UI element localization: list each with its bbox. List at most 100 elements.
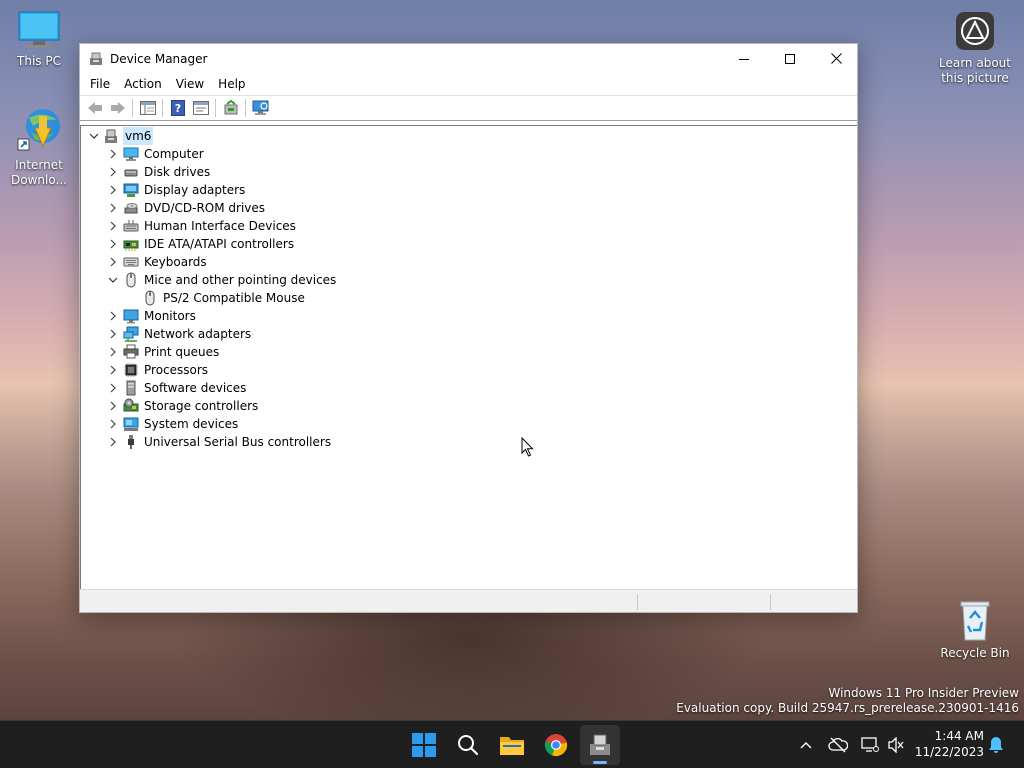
status-bar — [80, 589, 857, 612]
menu-view[interactable]: View — [169, 73, 211, 95]
menu-action[interactable]: Action — [117, 73, 169, 95]
expand-chevron-icon[interactable] — [107, 163, 119, 181]
expand-chevron-icon[interactable] — [107, 415, 119, 433]
dvd-drive-icon — [124, 203, 138, 214]
menu-file[interactable]: File — [83, 73, 117, 95]
desktop-icon-internet-download-manager[interactable]: Internet Downlo... — [0, 106, 78, 188]
desktop-icon-recycle-bin[interactable]: Recycle Bin — [936, 596, 1014, 661]
tree-item-keyboards[interactable]: Keyboards — [81, 253, 857, 271]
tree-item-ide-ata-atapi-controllers[interactable]: IDE ATA/ATAPI controllers — [81, 235, 857, 253]
tree-item-storage-controllers[interactable]: Storage controllers — [81, 397, 857, 415]
tree-item-label: Network adapters — [144, 327, 252, 341]
expand-chevron-icon[interactable] — [107, 361, 119, 379]
search-icon — [458, 735, 479, 756]
expand-chevron-icon[interactable] — [107, 343, 119, 361]
close-button[interactable] — [813, 44, 859, 73]
desktop-icon-label: Internet Downlo... — [11, 158, 67, 187]
tree-item-processors[interactable]: Processors — [81, 361, 857, 379]
update-driver-icon — [224, 100, 237, 115]
expand-chevron-icon[interactable] — [107, 307, 119, 325]
forward-arrow-icon — [110, 102, 125, 114]
mouse-icon — [145, 290, 155, 306]
tree-item-disk-drives[interactable]: Disk drives — [81, 163, 857, 181]
minimize-button[interactable] — [721, 44, 767, 73]
start-button[interactable] — [404, 725, 444, 765]
tree-item-label: Computer — [144, 147, 204, 161]
expand-chevron-icon[interactable] — [107, 397, 119, 415]
notification-bell-icon — [989, 737, 1003, 753]
help-button[interactable]: ? — [166, 97, 189, 119]
expand-chevron-icon[interactable] — [107, 379, 119, 397]
tree-item-software-devices[interactable]: Software devices — [81, 379, 857, 397]
desktop-icon-label: Learn about this picture — [939, 56, 1011, 85]
file-explorer-button[interactable] — [492, 725, 532, 765]
maximize-icon — [785, 53, 795, 64]
expand-chevron-icon[interactable] — [107, 217, 119, 235]
speaker-muted-icon — [888, 737, 904, 753]
tree-item-system-devices[interactable]: System devices — [81, 415, 857, 433]
tree-item-label: Monitors — [144, 309, 196, 323]
scan-hardware-icon — [252, 100, 268, 115]
clock-time: 1:44 AM — [934, 729, 984, 743]
expand-chevron-icon[interactable] — [107, 433, 119, 451]
device-tree[interactable]: vm6 Computer Disk drives Display adapter… — [80, 125, 857, 589]
status-bar-separator — [770, 594, 771, 610]
properties-button[interactable] — [189, 97, 212, 119]
tree-item-network-adapters[interactable]: Network adapters — [81, 325, 857, 343]
collapse-chevron-icon[interactable] — [107, 271, 119, 289]
device-manager-app-icon — [90, 52, 102, 65]
network-status-button[interactable] — [860, 735, 880, 755]
title-bar[interactable]: Device Manager — [80, 44, 857, 73]
properties-icon — [192, 101, 209, 115]
tree-item-display-adapters[interactable]: Display adapters — [81, 181, 857, 199]
internet-download-manager-icon — [17, 109, 60, 151]
tree-item-label: Universal Serial Bus controllers — [144, 435, 332, 449]
status-bar-separator — [637, 594, 638, 610]
expand-chevron-icon[interactable] — [107, 253, 119, 271]
expand-chevron-icon[interactable] — [107, 325, 119, 343]
toolbar-separator — [245, 99, 246, 117]
back-arrow-icon — [87, 102, 102, 114]
tree-item-label: Keyboards — [144, 255, 207, 269]
device-manager-taskbar-button[interactable] — [580, 725, 620, 765]
menu-bar: File Action View Help — [80, 73, 857, 95]
expand-chevron-icon[interactable] — [107, 145, 119, 163]
watermark-line-edition: Windows 11 Pro Insider Preview — [828, 686, 1019, 700]
menu-help[interactable]: Help — [211, 73, 252, 95]
tree-item-ps2-compatible-mouse[interactable]: PS/2 Compatible Mouse — [81, 289, 857, 307]
expand-chevron-icon[interactable] — [107, 199, 119, 217]
toolbar: ? — [80, 95, 857, 121]
chevron-up-icon — [800, 742, 812, 749]
notifications-button[interactable] — [986, 735, 1006, 755]
tree-item-mice-and-other-pointing-devices[interactable]: Mice and other pointing devices — [81, 271, 857, 289]
system-clock[interactable]: 1:44 AM 11/22/2023 — [912, 728, 984, 760]
desktop-icon-learn-about-picture[interactable]: Learn about this picture — [936, 10, 1014, 86]
tree-item-human-interface-devices[interactable]: Human Interface Devices — [81, 217, 857, 235]
windows-evaluation-watermark: Windows 11 Pro Insider Preview Evaluatio… — [676, 686, 1019, 716]
show-hidden-icons-button[interactable] — [796, 735, 816, 755]
desktop-icon-this-pc[interactable]: This PC — [0, 10, 78, 69]
update-driver-button[interactable] — [219, 97, 242, 119]
back-button[interactable] — [83, 97, 106, 119]
search-button[interactable] — [448, 725, 488, 765]
scan-hardware-changes-button[interactable] — [249, 97, 272, 119]
collapse-chevron-icon[interactable] — [88, 127, 100, 145]
chrome-button[interactable] — [536, 725, 576, 765]
tree-item-label: System devices — [144, 417, 239, 431]
tree-item-dvd-cd-rom-drives[interactable]: DVD/CD-ROM drives — [81, 199, 857, 217]
tree-item-monitors[interactable]: Monitors — [81, 307, 857, 325]
tree-root-node[interactable]: vm6 — [81, 127, 857, 145]
expand-chevron-icon[interactable] — [107, 181, 119, 199]
file-explorer-icon — [500, 737, 524, 755]
forward-button[interactable] — [106, 97, 129, 119]
mouse-icon — [126, 272, 136, 288]
tree-item-print-queues[interactable]: Print queues — [81, 343, 857, 361]
maximize-button[interactable] — [767, 44, 813, 73]
tree-item-universal-serial-bus-controllers[interactable]: Universal Serial Bus controllers — [81, 433, 857, 451]
onedrive-status-button[interactable] — [828, 735, 848, 755]
show-hide-console-tree-button[interactable] — [136, 97, 159, 119]
volume-button[interactable] — [886, 735, 906, 755]
device-manager-window[interactable]: Device Manager File Action View Help ? v… — [79, 43, 858, 613]
tree-item-computer[interactable]: Computer — [81, 145, 857, 163]
expand-chevron-icon[interactable] — [107, 235, 119, 253]
